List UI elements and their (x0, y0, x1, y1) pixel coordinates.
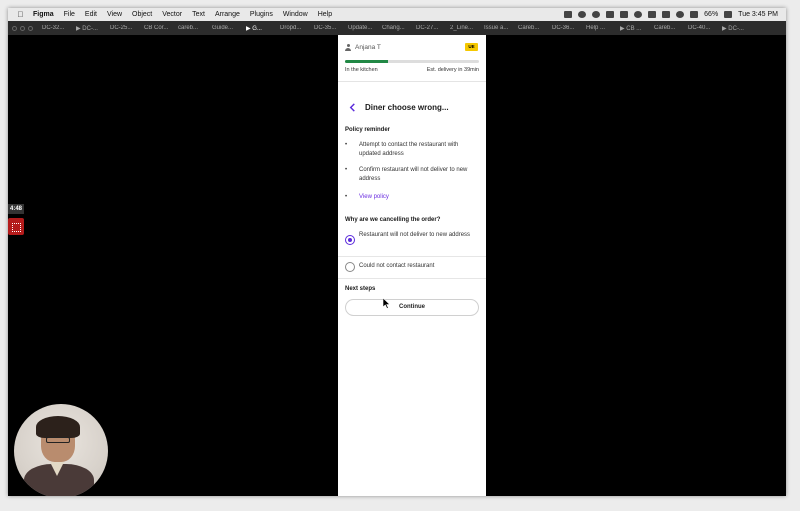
zoom-dot[interactable] (28, 25, 33, 31)
tab-list: DC-32... ▶ DC-... DC-25... CB Cor... careb..… (39, 25, 753, 32)
radio-button[interactable] (345, 262, 355, 272)
order-status-text: In the kitchen (345, 67, 378, 73)
webcam-overlay (14, 404, 108, 496)
menu-app-name[interactable]: Figma (33, 11, 54, 18)
figma-tab[interactable]: DC-40... (685, 25, 719, 32)
wifi-icon[interactable] (676, 11, 685, 18)
page-title: Diner choose wrong... (365, 103, 449, 112)
figma-tab[interactable]: Guide... (209, 25, 243, 32)
menu-window[interactable]: Window (283, 11, 308, 18)
menu-text[interactable]: Text (192, 11, 205, 18)
mouse-cursor-icon (383, 298, 391, 309)
figma-tab[interactable]: Careb... (515, 25, 549, 32)
recording-timer: 4:48 (8, 204, 24, 214)
agent-name: Anjana T (355, 44, 381, 51)
screen-icon[interactable] (648, 11, 657, 18)
grid-icon[interactable] (606, 11, 615, 18)
bluetooth-icon[interactable] (662, 11, 671, 18)
record-icon[interactable] (634, 11, 643, 18)
menu-plugins[interactable]: Plugins (250, 11, 273, 18)
reason-option-restaurant-wont-deliver[interactable]: Restaurant will not deliver to new addre… (338, 231, 486, 254)
folder-icon[interactable] (564, 11, 573, 18)
figma-tab[interactable]: DC-27... (413, 25, 447, 32)
figma-tab[interactable]: careb... (175, 25, 209, 32)
battery-icon[interactable] (724, 11, 733, 18)
menu-vector[interactable]: Vector (162, 11, 182, 18)
menu-extras: 66% Tue 3:45 PM (564, 8, 778, 21)
menu-file[interactable]: File (64, 11, 75, 18)
menu-clock[interactable]: Tue 3:45 PM (738, 11, 778, 18)
apple-icon[interactable]:  (16, 10, 25, 19)
figma-tab[interactable]: ▶ CB ... (617, 25, 651, 32)
bullet-dot: • (345, 142, 348, 148)
figma-tab[interactable]: Update... (345, 25, 379, 32)
figma-tab[interactable]: Dropd... (277, 25, 311, 32)
radio-button-selected[interactable] (345, 235, 355, 245)
policy-heading: Policy reminder (345, 127, 391, 133)
progress-fill (345, 60, 388, 63)
menu-view[interactable]: View (107, 11, 122, 18)
menu-edit[interactable]: Edit (85, 11, 97, 18)
figma-tab[interactable]: CB Cor... (141, 25, 175, 32)
figma-tab[interactable]: Help ... (583, 25, 617, 32)
continue-button[interactable]: Continue (345, 299, 479, 316)
bullet-dot: • (345, 194, 348, 200)
next-steps-heading: Next steps (345, 286, 376, 292)
menu-object[interactable]: Object (132, 11, 152, 18)
recording-control[interactable] (8, 218, 24, 235)
bullet-dot: • (345, 167, 348, 173)
figma-tab-bar: DC-32... ▶ DC-... DC-25... CB Cor... careb..… (8, 21, 786, 35)
reason-label: Restaurant will not deliver to new addre… (359, 232, 471, 238)
policy-item-text: Attempt to contact the restaurant with u… (359, 142, 459, 157)
reason-option-could-not-contact[interactable]: Could not contact restaurant (338, 262, 486, 274)
page-header: Diner choose wrong... (338, 101, 486, 115)
figma-tab[interactable]: ▶ DC-... (719, 25, 753, 32)
presenter-hair (36, 416, 80, 438)
sync-icon[interactable] (578, 11, 587, 18)
cancel-question: Why are we cancelling the order? (345, 217, 441, 223)
shield-icon[interactable] (592, 11, 601, 18)
figma-tab[interactable]: DC-25... (107, 25, 141, 32)
dropbox-icon[interactable] (620, 11, 629, 18)
view-policy-link[interactable]: View policy (359, 193, 479, 202)
figma-tab[interactable]: ▶ DC-... (73, 25, 107, 32)
agent-info: Anjana T (345, 44, 381, 51)
figma-tab[interactable]: Issue a... (481, 25, 515, 32)
divider (338, 256, 486, 257)
menu-arrange[interactable]: Arrange (215, 11, 240, 18)
window-controls (12, 25, 33, 31)
order-status-card: Anjana T UE In the kitchen Est. delivery… (338, 35, 486, 82)
minimize-dot[interactable] (20, 25, 25, 31)
volume-icon[interactable] (690, 11, 699, 18)
close-dot[interactable] (12, 25, 17, 31)
presenter-glasses (46, 437, 70, 443)
divider (338, 278, 486, 279)
order-progress-bar (345, 60, 479, 63)
figma-tab[interactable]: Chang... (379, 25, 413, 32)
mac-menu-bar:  Figma File Edit View Object Vector Tex… (8, 8, 786, 21)
figma-tab[interactable]: DC-36... (549, 25, 583, 32)
delivery-eta: Est. delivery in 39min (426, 67, 479, 73)
chevron-left-icon[interactable] (348, 103, 357, 112)
figma-tab[interactable]: DC-35... (311, 25, 345, 32)
figma-tab[interactable]: 2_Line... (447, 25, 481, 32)
menu-help[interactable]: Help (318, 11, 332, 18)
battery-percent[interactable]: 66% (704, 11, 718, 18)
phone-prototype: Anjana T UE In the kitchen Est. delivery… (338, 35, 486, 496)
figma-tab[interactable]: ▶ G... (243, 25, 277, 32)
reason-label: Could not contact restaurant (359, 263, 435, 269)
screen-recording:  Figma File Edit View Object Vector Tex… (8, 8, 786, 496)
figma-tab[interactable]: Careb... (651, 25, 685, 32)
policy-item-text: Confirm restaurant will not deliver to n… (359, 167, 468, 182)
person-icon (345, 44, 351, 51)
figma-tab[interactable]: DC-32... (39, 25, 73, 32)
brand-logo: UE (465, 43, 478, 51)
